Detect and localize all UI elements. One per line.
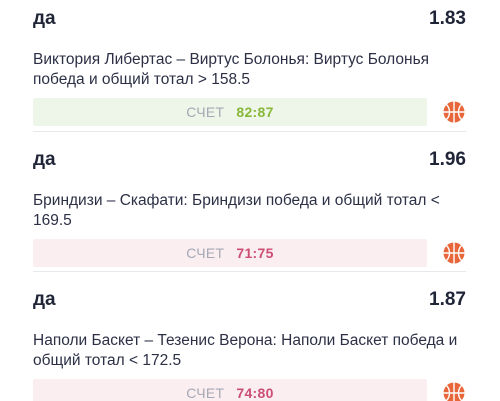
score-badge: СЧЕТ 71:75 (33, 239, 427, 267)
bet-description: Виктория Либертас – Виртус Болонья: Вирт… (33, 51, 430, 88)
score-value: 82:87 (236, 104, 274, 120)
divider (33, 271, 466, 272)
bet-header: да 1.83 (33, 8, 466, 38)
basketball-icon (443, 101, 465, 123)
score-value: 74:80 (236, 385, 274, 401)
bet-list: да 1.83 Виктория Либертас – Виртус Болон… (0, 0, 500, 401)
basketball-icon (443, 242, 465, 264)
score-badge: СЧЕТ 74:80 (33, 379, 427, 401)
bet-header: да 1.87 (33, 289, 466, 319)
bet-odds: 1.87 (429, 289, 466, 310)
bet-outcome: да (33, 8, 56, 29)
score-label: СЧЕТ (186, 385, 225, 401)
divider (33, 131, 466, 132)
bet-item[interactable]: да 1.83 Виктория Либертас – Виртус Болон… (33, 8, 466, 126)
basketball-icon (443, 382, 465, 401)
bet-item[interactable]: да 1.96 Бриндизи – Скафати: Бриндизи поб… (33, 149, 466, 267)
score-label: СЧЕТ (186, 245, 225, 261)
bet-description: Наполи Баскет – Тезенис Верона: Наполи Б… (33, 332, 458, 369)
bet-item[interactable]: да 1.87 Наполи Баскет – Тезенис Верона: … (33, 289, 466, 401)
score-row: СЧЕТ 71:75 (33, 239, 466, 267)
bet-odds: 1.96 (429, 149, 466, 170)
score-row: СЧЕТ 74:80 (33, 379, 466, 401)
score-badge: СЧЕТ 82:87 (33, 98, 427, 126)
bet-outcome: да (33, 149, 56, 170)
bet-header: да 1.96 (33, 149, 466, 179)
bet-odds: 1.83 (429, 8, 466, 29)
score-value: 71:75 (236, 245, 274, 261)
bet-outcome: да (33, 289, 56, 310)
bet-description: Бриндизи – Скафати: Бриндизи победа и об… (33, 192, 440, 229)
score-row: СЧЕТ 82:87 (33, 98, 466, 126)
score-label: СЧЕТ (186, 104, 225, 120)
